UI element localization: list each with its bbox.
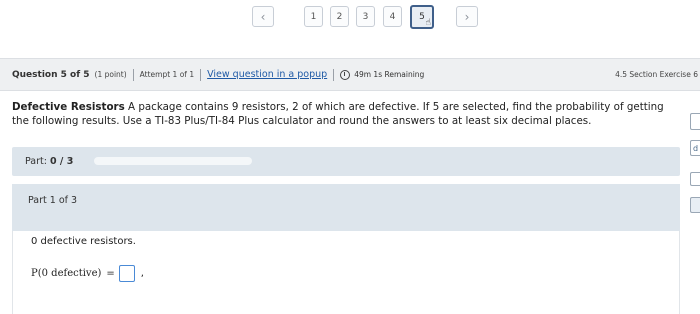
page-button-2[interactable]: 2	[330, 6, 349, 27]
probability-expression: P(0 defective)	[31, 268, 102, 279]
question-header: Question 5 of 5 (1 point) Attempt 1 of 1…	[0, 58, 700, 91]
page-button-1[interactable]: 1	[304, 6, 323, 27]
divider	[200, 68, 202, 81]
prev-question-button[interactable]: ‹	[252, 6, 274, 27]
hand-cursor-icon: ☝	[425, 18, 431, 28]
page-button-3[interactable]: 3	[356, 6, 375, 27]
problem-title: Defective Resistors	[12, 101, 125, 113]
page-button-5-label: 5	[419, 12, 425, 22]
part-progress-label: Part: 0 / 3	[25, 156, 73, 167]
side-tool-3[interactable]	[690, 172, 700, 186]
points-label: (1 point)	[94, 70, 127, 79]
side-tool-2-label: d	[693, 143, 699, 153]
part-subtitle: 0 defective resistors.	[31, 236, 136, 247]
view-popup-link[interactable]: View question in a popup	[207, 69, 327, 80]
question-label: Question 5 of 5	[12, 69, 90, 80]
page-button-5[interactable]: 5 ☝	[410, 5, 434, 29]
timer-icon	[340, 69, 351, 80]
divider	[132, 68, 134, 81]
next-question-button[interactable]: ›	[456, 6, 478, 27]
side-tool-2[interactable]: d	[690, 140, 700, 156]
question-pager: ‹ 1 2 3 4 5 ☝ ›	[252, 5, 482, 29]
problem-statement: Defective Resistors A package contains 9…	[12, 100, 682, 128]
divider	[333, 68, 335, 81]
part-header: Part 1 of 3	[12, 184, 680, 231]
chevron-right-icon: ›	[464, 9, 470, 24]
side-tool-1[interactable]	[690, 113, 700, 130]
answer-input[interactable]	[118, 265, 135, 282]
part-progress: Part: 0 / 3	[12, 147, 680, 176]
chevron-left-icon: ‹	[260, 9, 266, 24]
part-body: 0 defective resistors. P(0 defective) = …	[12, 231, 680, 314]
progress-track	[94, 157, 252, 165]
part-progress-value: 0 / 3	[50, 156, 74, 167]
attempt-label: Attempt 1 of 1	[139, 70, 195, 79]
answer-row: P(0 defective) = ,	[31, 265, 144, 282]
trailing-comma: ,	[140, 268, 144, 279]
part-progress-prefix: Part:	[25, 156, 47, 167]
equals-sign: =	[106, 268, 115, 279]
section-label: 4.5 Section Exercise 6	[615, 70, 698, 79]
part-title: Part 1 of 3	[28, 195, 78, 206]
side-tool-4[interactable]	[690, 197, 700, 213]
timer-label: 49m 1s Remaining	[354, 70, 425, 79]
page-button-4[interactable]: 4	[383, 6, 402, 27]
